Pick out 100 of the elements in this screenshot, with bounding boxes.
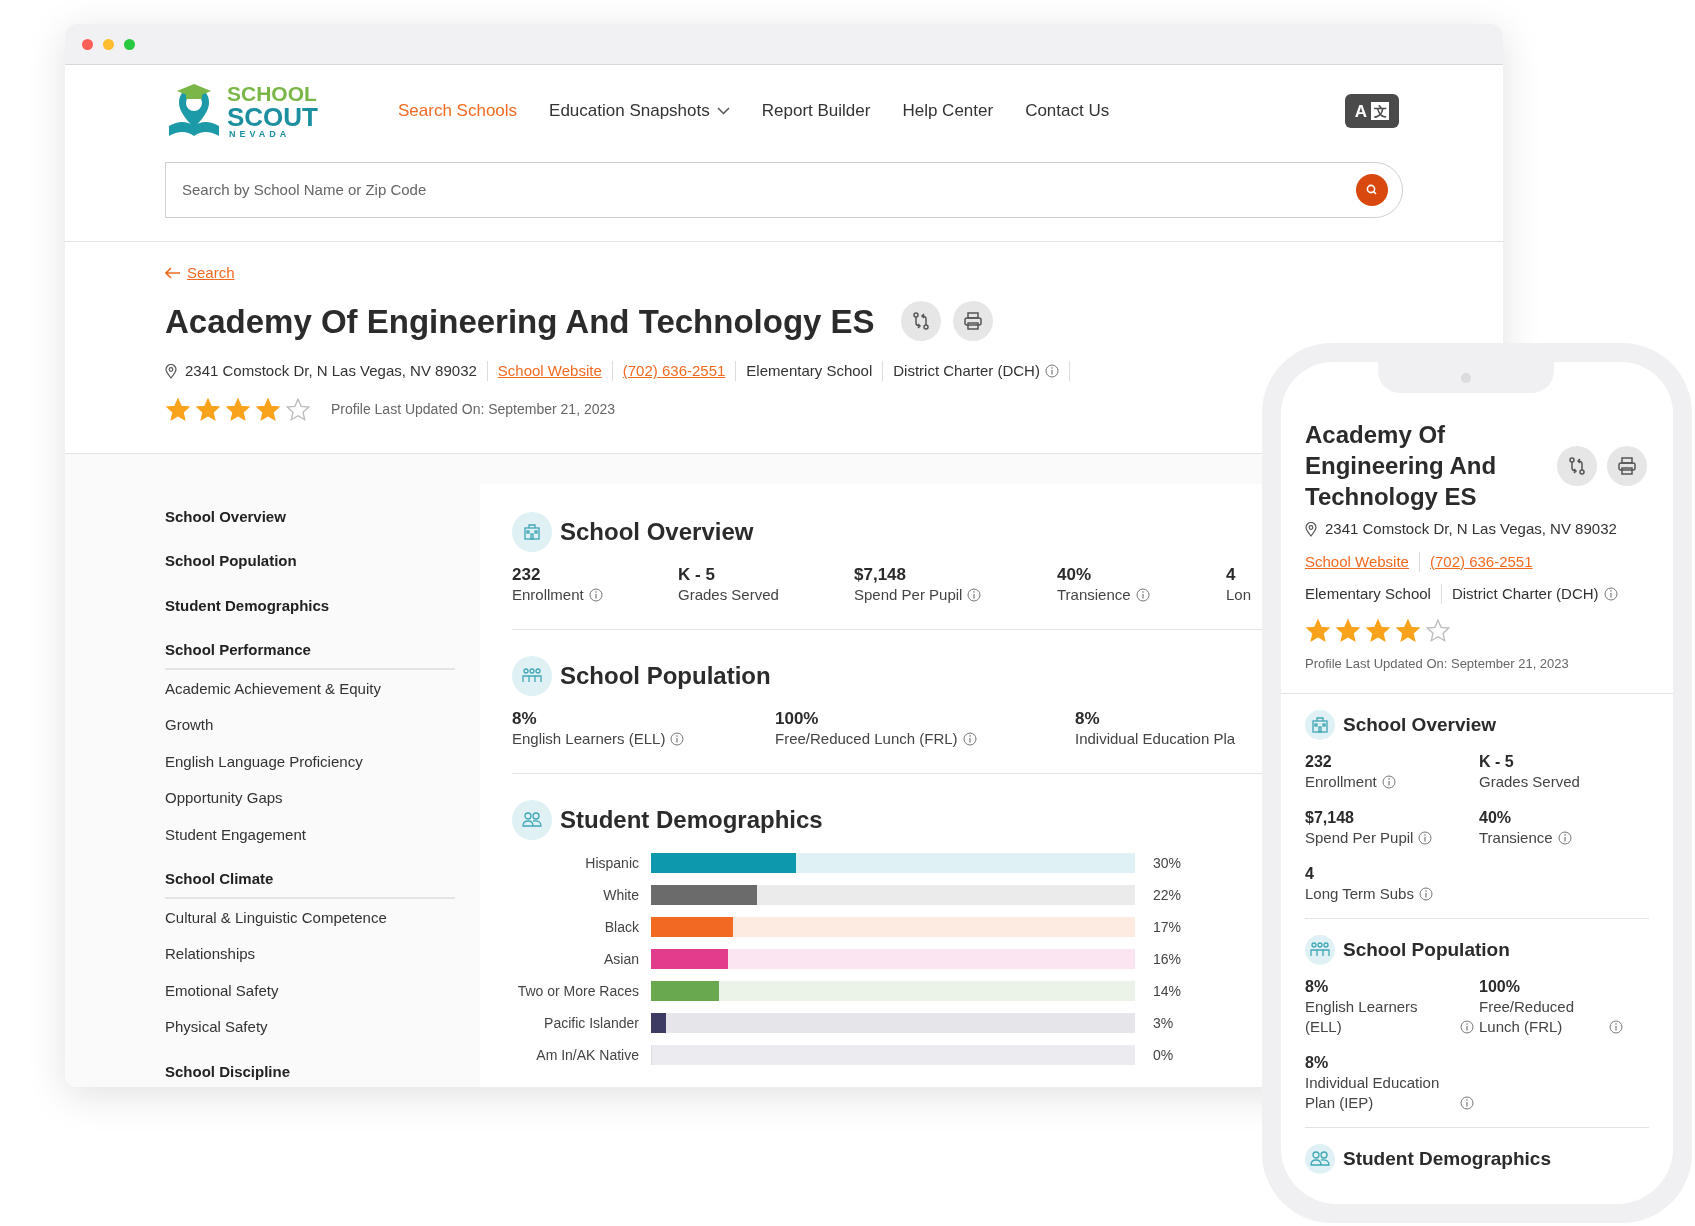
stat-value: 8% [512, 707, 538, 729]
sidebar-link[interactable]: Relationships [165, 943, 455, 966]
compare-button[interactable] [900, 301, 941, 342]
info-icon[interactable] [1418, 887, 1433, 901]
stat-value: 8% [1075, 707, 1101, 729]
stat-value: 232 [512, 563, 542, 585]
info-icon[interactable] [1381, 775, 1396, 789]
sidebar-link[interactable]: Opportunity Gaps [165, 787, 455, 810]
bar-label: Two or More Races [516, 981, 640, 1001]
two-people-icon [1305, 1144, 1335, 1174]
people-group-icon [512, 655, 552, 696]
section-title: School Overview [1343, 712, 1497, 737]
star-icon [255, 396, 281, 423]
stat-value: K - 5 [1479, 752, 1515, 772]
section-title: Student Demographics [560, 805, 823, 835]
section-title: Student Demographics [1343, 1146, 1551, 1171]
stat-value: K - 5 [678, 563, 716, 585]
bar-value: 0% [1153, 1045, 1174, 1065]
stat-value: 40% [1057, 563, 1093, 585]
info-icon[interactable] [1609, 1020, 1623, 1034]
info-icon[interactable] [1460, 1020, 1474, 1034]
sidebar-link[interactable]: Growth [165, 714, 455, 737]
info-icon[interactable] [1603, 587, 1618, 602]
info-icon[interactable] [588, 587, 603, 602]
search-input[interactable]: Search by School Name or Zip Code [182, 178, 1356, 202]
nav-link[interactable]: Contact Us [1025, 98, 1110, 124]
info-icon[interactable] [962, 732, 977, 746]
location-pin-icon [1305, 521, 1317, 537]
location-pin-icon [165, 363, 177, 379]
printer-icon [1617, 455, 1637, 476]
bar-label: Pacific Islander [543, 1013, 640, 1033]
compare-icon [910, 311, 931, 332]
info-icon[interactable] [1460, 1096, 1474, 1110]
stat-label: Spend Per Pupil [854, 584, 963, 605]
stat-label: English Learners (ELL) [512, 729, 666, 749]
district-text: District Charter (DCH) [1451, 584, 1599, 604]
back-arrow-icon[interactable] [165, 267, 181, 280]
info-icon[interactable] [967, 587, 982, 602]
info-icon[interactable] [670, 732, 685, 746]
sidebar-link[interactable]: School Climate [165, 868, 455, 899]
nav-link[interactable]: Report Builder [761, 98, 871, 124]
bar-label: Black [603, 917, 640, 937]
info-icon[interactable] [1418, 831, 1433, 845]
bar-label: Am In/AK Native [535, 1045, 640, 1065]
nav-link[interactable]: Help Center [902, 98, 994, 124]
stat-label: Enrollment [1305, 772, 1377, 792]
star-icon [165, 396, 191, 423]
star-icon [1305, 617, 1331, 644]
stat-value: 232 [1305, 752, 1333, 772]
stat-value: 40% [1479, 808, 1513, 828]
stat-value: 4 [1226, 563, 1237, 585]
bar-value: 30% [1153, 853, 1182, 873]
sidebar-link[interactable]: Cultural & Linguistic Competence [165, 906, 455, 929]
compare-button[interactable] [1557, 445, 1597, 486]
stat-label: Grades Served [678, 584, 779, 605]
stat-label: Grades Served [1479, 772, 1580, 792]
stat-value: 100% [1479, 977, 1521, 997]
star-icon [1335, 617, 1361, 644]
sidebar-link[interactable]: Student Demographics [165, 594, 455, 617]
print-button[interactable] [1607, 445, 1647, 486]
section-title: School Population [1343, 937, 1510, 962]
chevron-down-icon [716, 107, 730, 115]
star-icon [225, 396, 251, 423]
school-name: Academy Of Engineering And Technology ES [1305, 420, 1498, 512]
sidebar-link[interactable]: English Language Proficiency [165, 750, 455, 773]
building-icon [512, 511, 552, 552]
sidebar-link[interactable]: Physical Safety [165, 1016, 455, 1039]
people-group-icon [1305, 935, 1335, 965]
stat-label: Spend Per Pupil [1305, 828, 1414, 848]
stat-label: Transience [1057, 584, 1131, 605]
sidebar-link[interactable]: School Performance [165, 639, 455, 670]
nav-link[interactable]: Education Snapshots [549, 98, 730, 124]
sidebar-link[interactable]: Student Engagement [165, 823, 455, 846]
sidebar-link[interactable]: Emotional Safety [165, 979, 455, 1002]
star-icon [1395, 617, 1421, 644]
sidebar-link[interactable]: School Discipline [165, 1060, 455, 1087]
info-icon[interactable] [1135, 587, 1150, 602]
language-button[interactable]: A 文 [1345, 94, 1399, 128]
star-icon [1365, 617, 1391, 644]
stat-label: Long Term Subs [1305, 884, 1414, 904]
two-people-icon [512, 800, 552, 840]
info-icon[interactable] [1557, 831, 1572, 845]
address-text: 2341 Comstock Dr, N Las Vegas, NV 89032 [185, 361, 477, 381]
sidebar-link[interactable]: Academic Achievement & Equity [165, 677, 455, 700]
sidebar-link[interactable]: School Overview [165, 505, 455, 528]
info-icon[interactable] [1044, 364, 1059, 379]
search-icon[interactable] [1356, 174, 1388, 206]
stat-value: 8% [1305, 977, 1330, 997]
compare-icon [1567, 455, 1587, 476]
stat-label: English Learners (ELL) [1305, 997, 1419, 1037]
updated-date: Profile Last Updated On: September 21, 2023 [331, 400, 616, 419]
school-type: Elementary School [746, 361, 873, 381]
star-icon [285, 396, 311, 423]
stat-label: Free/Reduced Lunch (FRL) [1479, 997, 1576, 1037]
bar-label: Asian [602, 949, 640, 969]
sidebar-link[interactable]: School Population [165, 550, 455, 573]
print-button[interactable] [952, 301, 993, 342]
school-type: Elementary School [1305, 584, 1431, 604]
logo-subtext: NEVADA [228, 130, 292, 139]
bar-value: 16% [1153, 949, 1182, 969]
